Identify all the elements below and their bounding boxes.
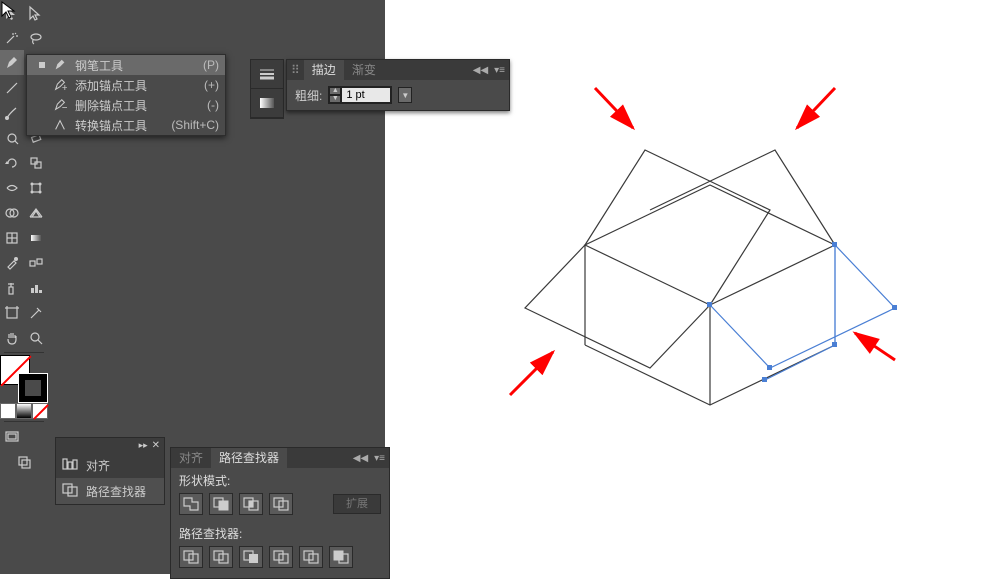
pen-minus-icon: − (51, 98, 69, 112)
mesh-tool[interactable] (0, 225, 24, 250)
shape-mode-label: 形状模式: (171, 468, 389, 493)
panel-collapse-icon[interactable]: ◀◀ (353, 453, 368, 464)
change-screen-mode[interactable] (0, 449, 48, 474)
screen-mode-button[interactable] (0, 424, 24, 449)
shape-builder-tool[interactable] (0, 200, 24, 225)
mini-dock-gradient-icon[interactable] (251, 89, 283, 118)
shape-exclude-button[interactable] (269, 493, 293, 515)
pen-icon (51, 58, 69, 72)
pf-divide-button[interactable] (179, 546, 203, 568)
perspective-grid-tool[interactable] (24, 200, 48, 225)
dock-item-label: 路径查找器 (86, 483, 146, 500)
symbol-sprayer-tool[interactable] (0, 275, 24, 300)
flyout-item-convert-anchor[interactable]: 转换锚点工具 (Shift+C) (27, 115, 225, 135)
tab-align[interactable]: 对齐 (171, 448, 211, 468)
eyedropper-tool[interactable] (0, 250, 24, 275)
pf-minus-back-button[interactable] (329, 546, 353, 568)
free-transform-tool[interactable] (24, 175, 48, 200)
shape-unite-button[interactable] (179, 493, 203, 515)
cursor-icon (0, 0, 18, 18)
flyout-label: 添加锚点工具 (69, 77, 204, 94)
panel-grip-icon[interactable]: ⠿ (287, 63, 304, 77)
dock-item-pathfinder[interactable]: 路径查找器 (56, 478, 164, 504)
scale-tool[interactable] (24, 150, 48, 175)
dock-item-label: 对齐 (86, 457, 110, 474)
convert-anchor-icon (51, 118, 69, 132)
stroke-weight-input[interactable] (341, 87, 391, 103)
pf-outline-button[interactable] (299, 546, 323, 568)
panel-menu-icon[interactable]: ▾≡ (374, 453, 385, 464)
fill-stroke-swatch[interactable] (0, 355, 48, 403)
panel-menu-icon[interactable]: ▾≡ (494, 65, 505, 76)
stroke-weight-dropdown[interactable]: ▼ (398, 87, 412, 103)
stroke-weight-stepper[interactable]: ▲ ▼ (328, 86, 392, 104)
tab-stroke[interactable]: 描边 (304, 60, 344, 80)
panel-collapse-icon[interactable]: ◀◀ (473, 65, 488, 76)
color-mode-none[interactable] (32, 403, 48, 419)
zoom-tool[interactable] (24, 325, 48, 350)
shape-minus-front-button[interactable] (209, 493, 233, 515)
width-tool[interactable] (0, 175, 24, 200)
selected-dot-icon (39, 62, 45, 68)
pathfinder-section-label: 路径查找器: (171, 521, 389, 546)
flyout-label: 钢笔工具 (69, 57, 203, 74)
flyout-item-pen[interactable]: 钢笔工具 (P) (27, 55, 225, 75)
pf-trim-button[interactable] (209, 546, 233, 568)
flyout-shortcut: (Shift+C) (171, 118, 219, 132)
blend-tool[interactable] (24, 250, 48, 275)
artboard-tool[interactable] (0, 300, 24, 325)
line-tool[interactable] (0, 75, 24, 100)
mini-dock-stroke-icon[interactable] (251, 60, 283, 89)
align-icon (62, 457, 78, 474)
pathfinder-icon (62, 483, 78, 500)
tab-pathfinder[interactable]: 路径查找器 (211, 448, 287, 468)
stroke-panel-tabbar: ⠿ 描边 渐变 ◀◀ ▾≡ (287, 60, 509, 80)
stroke-color[interactable] (18, 373, 48, 403)
color-mode-solid[interactable] (0, 403, 16, 419)
magic-wand-tool[interactable] (0, 25, 24, 50)
pathfinder-panel: 对齐 路径查找器 ◀◀ ▾≡ 形状模式: 扩展 路径查找器: (170, 447, 390, 579)
shape-intersect-button[interactable] (239, 493, 263, 515)
hand-tool[interactable] (0, 325, 24, 350)
align-pathfinder-dock: ▸▸ ✕ 对齐 路径查找器 (55, 437, 165, 505)
chevron-down-icon: ▼ (401, 91, 409, 100)
expand-button[interactable]: 扩展 (333, 494, 381, 514)
pen-tool-flyout: 钢笔工具 (P) + 添加锚点工具 (+) − 删除锚点工具 (-) 转换锚点工… (26, 54, 226, 136)
pf-crop-button[interactable] (269, 546, 293, 568)
column-graph-tool[interactable] (24, 275, 48, 300)
flyout-item-add-anchor[interactable]: + 添加锚点工具 (+) (27, 75, 225, 95)
stroke-weight-label: 粗细: (295, 87, 322, 104)
stroke-mini-dock (250, 59, 284, 119)
direct-selection-tool[interactable] (24, 0, 48, 25)
gradient-tool[interactable] (24, 225, 48, 250)
stroke-panel: ⠿ 描边 渐变 ◀◀ ▾≡ 粗细: ▲ ▼ ▼ (286, 59, 510, 111)
pf-merge-button[interactable] (239, 546, 263, 568)
color-mode-row (0, 403, 48, 419)
step-down-icon[interactable]: ▼ (329, 95, 341, 103)
dock-expand-icon[interactable]: ▸▸ (139, 440, 148, 451)
step-up-icon[interactable]: ▲ (329, 87, 341, 95)
svg-text:+: + (62, 82, 67, 92)
flyout-shortcut: (+) (204, 78, 219, 92)
tab-gradient[interactable]: 渐变 (344, 60, 384, 80)
flyout-shortcut: (-) (207, 98, 219, 112)
dock-item-align[interactable]: 对齐 (56, 452, 164, 478)
flyout-label: 转换锚点工具 (69, 117, 171, 134)
dock-close-icon[interactable]: ✕ (152, 440, 160, 451)
blob-brush-tool[interactable] (0, 125, 24, 150)
color-mode-gradient[interactable] (16, 403, 32, 419)
rotate-tool[interactable] (0, 150, 24, 175)
flyout-item-delete-anchor[interactable]: − 删除锚点工具 (-) (27, 95, 225, 115)
flyout-shortcut: (P) (203, 58, 219, 72)
svg-text:−: − (62, 102, 67, 112)
lasso-tool[interactable] (24, 25, 48, 50)
slice-tool[interactable] (24, 300, 48, 325)
flyout-label: 删除锚点工具 (69, 97, 207, 114)
paintbrush-tool[interactable] (0, 100, 24, 125)
pen-tool[interactable] (0, 50, 24, 75)
pen-plus-icon: + (51, 78, 69, 92)
